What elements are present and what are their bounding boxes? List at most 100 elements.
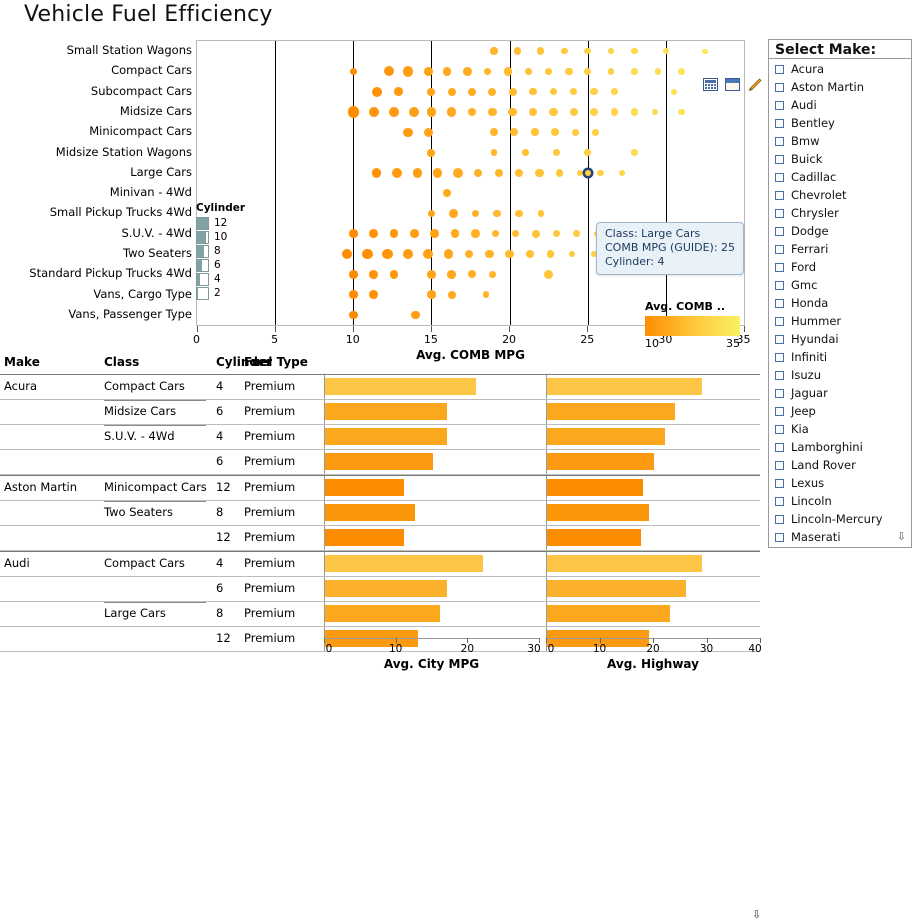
make-checkbox[interactable] — [775, 496, 784, 506]
make-checkbox[interactable] — [775, 64, 784, 74]
scatter-point[interactable] — [670, 88, 677, 95]
scatter-point[interactable] — [347, 106, 359, 118]
scatter-point[interactable] — [442, 67, 452, 76]
make-list-item[interactable]: Gmc — [769, 276, 911, 294]
scatter-point[interactable] — [474, 168, 483, 177]
highway-mpg-bar[interactable] — [547, 555, 703, 572]
scatter-point[interactable] — [565, 67, 573, 76]
scatter-point[interactable] — [662, 48, 669, 55]
scatter-point[interactable] — [411, 310, 421, 320]
table-row[interactable]: Audi Compact Cars 4 Premium — [0, 551, 760, 577]
scatter-point[interactable] — [576, 169, 584, 177]
scatter-point[interactable] — [447, 269, 457, 279]
scatter-point[interactable] — [513, 47, 522, 55]
city-mpg-bar[interactable] — [325, 428, 447, 445]
scatter-point[interactable] — [394, 87, 403, 97]
scatter-point[interactable] — [543, 269, 554, 279]
make-list-item[interactable]: Bentley — [769, 114, 911, 132]
make-checkbox[interactable] — [775, 514, 784, 524]
scatter-point[interactable] — [372, 168, 382, 178]
scatter-point[interactable] — [512, 230, 520, 238]
scatter-point[interactable] — [427, 87, 436, 96]
scatter-point[interactable] — [389, 269, 399, 279]
scatter-point[interactable] — [468, 270, 477, 279]
scatter-point[interactable] — [443, 189, 452, 198]
make-list-item[interactable]: Chevrolet — [769, 186, 911, 204]
make-list-item[interactable]: Mazda — [769, 546, 911, 547]
city-mpg-bar[interactable] — [325, 479, 404, 496]
make-list-item[interactable]: Land Rover — [769, 456, 911, 474]
make-checkbox[interactable] — [775, 370, 784, 380]
scatter-point[interactable] — [489, 128, 498, 137]
scatter-point[interactable] — [494, 168, 503, 177]
table-column-header[interactable]: Fuel Type — [244, 355, 308, 369]
scatter-point[interactable] — [524, 67, 532, 76]
scatter-point[interactable] — [702, 48, 708, 54]
highway-mpg-bar[interactable] — [547, 479, 644, 496]
scatter-point[interactable] — [447, 290, 456, 299]
scatter-point[interactable] — [584, 47, 591, 55]
scatter-point[interactable] — [371, 86, 382, 97]
table-row[interactable]: 6 Premium — [0, 577, 760, 602]
make-list-item[interactable]: Kia — [769, 420, 911, 438]
make-checkbox[interactable] — [775, 262, 784, 272]
scatter-point[interactable] — [412, 168, 423, 178]
highway-mpg-bar[interactable] — [547, 378, 703, 395]
scatter-point[interactable] — [382, 248, 393, 260]
scatter-point[interactable] — [569, 108, 578, 116]
scatter-point[interactable] — [618, 169, 626, 177]
table-row[interactable]: 6 Premium — [0, 450, 760, 475]
make-checkbox[interactable] — [775, 118, 784, 128]
scatter-point[interactable] — [607, 68, 615, 75]
make-checkbox[interactable] — [775, 478, 784, 488]
scatter-point[interactable] — [651, 108, 659, 116]
scatter-point[interactable] — [369, 290, 378, 299]
make-checkbox[interactable] — [775, 226, 784, 236]
scatter-point[interactable] — [569, 88, 578, 96]
highway-mpg-bar[interactable] — [547, 428, 665, 445]
city-mpg-bar[interactable] — [325, 529, 404, 546]
scatter-point[interactable] — [514, 168, 524, 178]
scatter-point[interactable] — [555, 169, 564, 177]
make-list-item[interactable]: Honda — [769, 294, 911, 312]
scatter-point[interactable] — [349, 67, 357, 76]
scatter-point[interactable] — [470, 229, 480, 239]
scatter-point[interactable] — [426, 107, 437, 117]
scatter-point[interactable] — [530, 128, 539, 137]
scatter-point[interactable] — [384, 66, 395, 77]
scatter-point[interactable] — [678, 68, 685, 75]
edit-pencil-icon[interactable] — [747, 78, 762, 92]
scroll-down-icon[interactable]: ⇩ — [897, 530, 906, 543]
scatter-point[interactable] — [447, 87, 456, 96]
scatter-point[interactable] — [573, 230, 581, 237]
city-mpg-bar[interactable] — [325, 555, 483, 572]
make-list-item[interactable]: Buick — [769, 150, 911, 168]
make-checkbox[interactable] — [775, 532, 784, 542]
scatter-point[interactable] — [610, 88, 618, 95]
scatter-point[interactable] — [552, 230, 561, 238]
scatter-point[interactable] — [546, 250, 554, 258]
scatter-point[interactable] — [482, 291, 490, 298]
scatter-point[interactable] — [423, 127, 433, 137]
scatter-point[interactable] — [584, 149, 591, 156]
scatter-point-selected[interactable] — [584, 169, 591, 176]
scatter-point[interactable] — [491, 230, 500, 238]
scatter-point[interactable] — [571, 128, 579, 136]
scatter-point[interactable] — [510, 128, 519, 137]
scatter-point[interactable] — [402, 248, 413, 259]
scatter-point[interactable] — [489, 270, 496, 278]
scatter-point[interactable] — [409, 106, 420, 117]
make-checkbox[interactable] — [775, 100, 784, 110]
scatter-point[interactable] — [348, 290, 358, 299]
city-mpg-bar[interactable] — [325, 580, 447, 597]
highway-mpg-bar[interactable] — [547, 453, 654, 470]
scatter-point[interactable] — [348, 310, 358, 320]
scatter-point[interactable] — [549, 88, 557, 96]
scatter-point[interactable] — [515, 209, 523, 218]
scatter-point[interactable] — [392, 167, 403, 178]
scatter-point[interactable] — [427, 209, 436, 218]
make-list-item[interactable]: Lexus — [769, 474, 911, 492]
highway-mpg-bar[interactable] — [547, 580, 687, 597]
scatter-point[interactable] — [589, 108, 598, 116]
scatter-point[interactable] — [389, 229, 399, 239]
